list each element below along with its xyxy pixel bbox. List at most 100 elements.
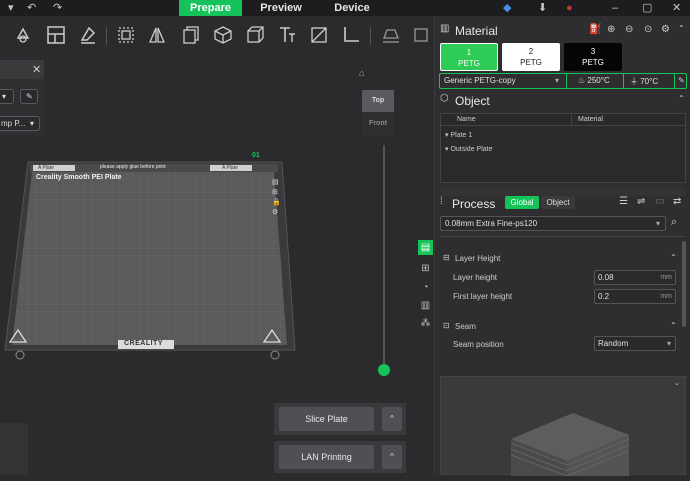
search-icon[interactable]: ⌕ bbox=[671, 216, 677, 229]
home-icon[interactable]: ⌂ bbox=[359, 68, 364, 78]
droplet-icon[interactable]: ⛽ bbox=[589, 24, 601, 35]
corner-icon[interactable] bbox=[340, 24, 362, 46]
mirror-icon[interactable] bbox=[146, 24, 168, 46]
expand-icon[interactable]: ⌄ bbox=[674, 379, 680, 387]
filament-1[interactable]: 1 PETG bbox=[440, 43, 498, 71]
object-table-header: Name Material bbox=[441, 114, 685, 126]
erase-icon[interactable] bbox=[77, 24, 99, 46]
plate-label: Creality Smooth PEI Plate bbox=[36, 174, 122, 181]
swap-icon[interactable]: ⇄ bbox=[673, 196, 681, 207]
object-resize-handle[interactable] bbox=[440, 188, 686, 196]
copy-icon[interactable] bbox=[180, 24, 202, 46]
remove-filament-icon[interactable]: ⊖ bbox=[625, 24, 633, 35]
objects-list-icon[interactable]: ▤ bbox=[418, 240, 433, 255]
left-popup-panel: ✕ ▾ ✎ mp P... ▾ bbox=[0, 60, 44, 135]
chevron-down-icon: ▾ bbox=[656, 219, 661, 228]
left-dropdown[interactable]: ▾ bbox=[0, 89, 14, 104]
slash-box-icon[interactable] bbox=[308, 24, 330, 46]
process-preset: 0.08mm Extra Fine-ps120 bbox=[445, 219, 538, 228]
settings-icon[interactable]: ⚙ bbox=[661, 24, 670, 35]
pencil-icon[interactable]: ✎ bbox=[678, 76, 685, 85]
cube-outline-icon[interactable] bbox=[244, 24, 266, 46]
process-scrollbar[interactable] bbox=[682, 241, 686, 327]
tab-device[interactable]: Device bbox=[323, 0, 381, 16]
plate-tab-right: A Plate bbox=[222, 165, 238, 171]
plate-toolbar: ▤ ⊞ 🔒 ⚙ bbox=[272, 179, 281, 216]
object-table: Name Material ▾ Plate 1 ▾ Outside Plate bbox=[440, 113, 686, 183]
material-title: Material bbox=[455, 24, 498, 38]
add-object-icon[interactable] bbox=[12, 24, 34, 46]
scale-icon[interactable] bbox=[115, 24, 137, 46]
add-filament-icon[interactable]: ⊕ bbox=[607, 24, 615, 35]
table-row[interactable]: ▾ Outside Plate bbox=[445, 145, 493, 153]
model-thumbnail: ⌄ bbox=[440, 376, 686, 477]
collapse-icon[interactable]: ⌃ bbox=[678, 94, 685, 103]
filament-2-number: 2 bbox=[528, 47, 534, 56]
bed-temp-value: 70°C bbox=[640, 77, 659, 86]
layer-height-value: 0.08 bbox=[598, 273, 614, 282]
redo-icon[interactable]: ↷ bbox=[53, 1, 62, 15]
text-icon[interactable] bbox=[276, 24, 298, 46]
filament-2[interactable]: 2 PETG bbox=[502, 43, 560, 71]
tab-preview[interactable]: Preview bbox=[252, 0, 310, 16]
tab-global[interactable]: Global bbox=[505, 196, 539, 209]
layer-height-input[interactable]: 0.08 mm bbox=[594, 270, 676, 285]
undo-icon[interactable]: ↶ bbox=[27, 1, 36, 15]
seam-position-label: Seam position bbox=[453, 340, 504, 349]
left-select[interactable]: mp P... ▾ bbox=[0, 116, 40, 131]
process-icon: ⁞ bbox=[440, 196, 443, 207]
compare-icon[interactable]: ⇌ bbox=[637, 196, 645, 207]
filament-profile-bar[interactable]: Generic PETG-copy ▾ ♨ 250°C ⏚ 70°C ✎ bbox=[439, 73, 687, 89]
process-preset-select[interactable]: 0.08mm Extra Fine-ps120 ▾ bbox=[440, 216, 666, 231]
object-name: Outside Plate bbox=[450, 146, 493, 153]
slice-options-button[interactable]: ^ bbox=[382, 407, 402, 431]
first-layer-height-label: First layer height bbox=[453, 292, 513, 301]
build-plate[interactable]: A Plate please apply glue before print A… bbox=[0, 150, 300, 370]
minimize-icon[interactable]: – bbox=[612, 1, 618, 15]
seam-position-select[interactable]: Random ▾ bbox=[594, 336, 676, 351]
table-row[interactable]: ▾ Plate 1 bbox=[445, 131, 472, 139]
collapse-icon[interactable]: ⌃ bbox=[678, 24, 685, 33]
arrange-icon[interactable] bbox=[45, 24, 67, 46]
box-icon[interactable] bbox=[212, 24, 234, 46]
view-front-button[interactable]: Front bbox=[362, 113, 394, 135]
view-top-button[interactable]: Top bbox=[362, 90, 394, 112]
user-icon[interactable]: ● bbox=[566, 1, 573, 15]
slice-plate-button[interactable]: Slice Plate bbox=[279, 407, 374, 431]
collapse-icon[interactable]: ⌃ bbox=[670, 253, 677, 262]
object-name: Plate 1 bbox=[450, 132, 473, 139]
list-icon[interactable]: ☰ bbox=[619, 196, 628, 207]
column-name: Name bbox=[457, 116, 476, 123]
save-icon[interactable]: ▭ bbox=[655, 196, 664, 207]
lan-printing-button[interactable]: LAN Printing bbox=[279, 445, 374, 469]
maximize-icon[interactable]: ▢ bbox=[642, 1, 652, 15]
seam-section: Seam bbox=[455, 322, 476, 331]
layer-height-label: Layer height bbox=[453, 273, 498, 282]
edit-button[interactable]: ✎ bbox=[20, 89, 38, 104]
collapse-icon[interactable]: ⌃ bbox=[670, 321, 677, 330]
print-options-button[interactable]: ^ bbox=[382, 445, 402, 469]
sync-icon[interactable]: ⊙ bbox=[644, 24, 652, 35]
first-layer-height-input[interactable]: 0.2 mm bbox=[594, 289, 676, 304]
object-icon: ⬡ bbox=[440, 93, 449, 104]
close-icon[interactable]: ✕ bbox=[32, 63, 41, 76]
bed-temp: ⏚ 70°C bbox=[630, 76, 658, 87]
bed-icon: ⏚ bbox=[630, 77, 638, 86]
close-icon[interactable]: ✕ bbox=[672, 1, 681, 15]
cube-icon[interactable]: ◆ bbox=[503, 1, 511, 15]
layer-slider-handle[interactable] bbox=[378, 364, 390, 376]
nozzle-icon: ♨ bbox=[578, 76, 586, 85]
layer-slider-track[interactable] bbox=[383, 145, 385, 370]
pattern-icon[interactable]: ⁂ bbox=[418, 316, 433, 331]
left-select-value: mp P... bbox=[1, 119, 26, 128]
download-icon[interactable]: ⬇ bbox=[538, 1, 547, 15]
grid-view-icon[interactable]: ⊞ bbox=[418, 261, 433, 276]
layers-icon[interactable] bbox=[410, 24, 432, 46]
tab-object[interactable]: Object bbox=[541, 196, 575, 209]
filament-3[interactable]: 3 PETG bbox=[564, 43, 622, 71]
menu-icon[interactable]: ▾ bbox=[8, 1, 14, 15]
tab-prepare[interactable]: Prepare bbox=[179, 0, 242, 16]
support-icon[interactable] bbox=[380, 24, 402, 46]
gauge-icon[interactable]: ◔ bbox=[418, 280, 433, 295]
wall-icon[interactable]: ▥ bbox=[418, 298, 433, 313]
